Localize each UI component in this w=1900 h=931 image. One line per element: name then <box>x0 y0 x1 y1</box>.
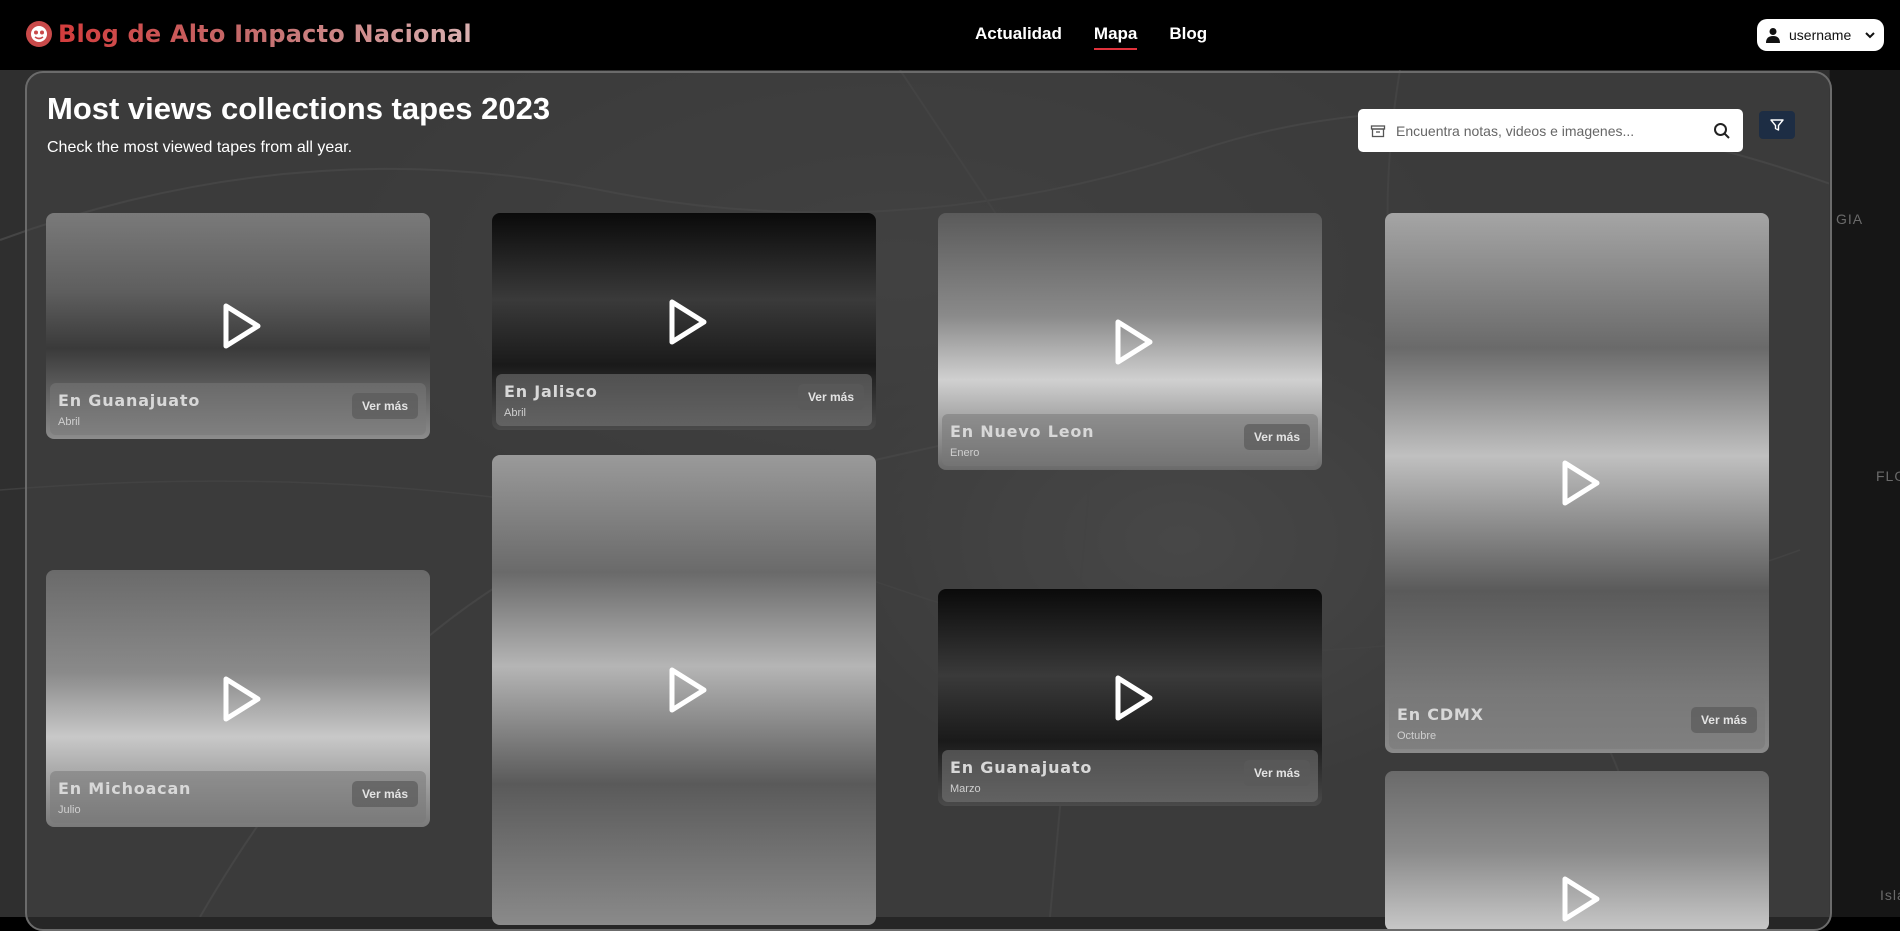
play-icon[interactable] <box>1104 316 1156 368</box>
card-region: En Guanajuato <box>950 758 1093 777</box>
video-card[interactable]: En Guanajuato Abril Ver más <box>46 213 430 439</box>
nav-mapa[interactable]: Mapa <box>1093 24 1138 50</box>
card-month: Abril <box>504 407 527 419</box>
card-caption: En CDMX Octubre Ver más <box>1389 697 1765 749</box>
card-month: Marzo <box>950 783 981 795</box>
ver-mas-button[interactable]: Ver más <box>1690 707 1757 733</box>
card-month: Julio <box>58 804 81 816</box>
search-icon[interactable] <box>1713 122 1731 140</box>
play-icon[interactable] <box>212 300 264 352</box>
card-caption: En Guanajuato Abril Ver más <box>50 383 426 435</box>
main-nav: Actualidad Mapa Blog <box>975 24 1207 50</box>
card-region: En Guanajuato <box>58 391 201 410</box>
play-icon[interactable] <box>1104 672 1156 724</box>
map-label: Isla <box>1880 887 1900 903</box>
video-card[interactable]: En Nuevo Leon Enero Ver más <box>938 213 1322 470</box>
filter-icon <box>1770 119 1784 131</box>
video-card[interactable]: En Michoacan Julio Ver más <box>46 570 430 827</box>
brand-title: Blog de Alto Impacto Nacional <box>58 20 472 48</box>
chevron-down-icon <box>1865 32 1875 39</box>
card-caption: En Nuevo Leon Enero Ver más <box>942 414 1318 466</box>
page-title: Most views collections tapes 2023 <box>47 91 551 126</box>
card-caption: En Jalisco Abril Ver más <box>496 374 872 426</box>
video-card[interactable]: En CDMX Octubre Ver más <box>1385 213 1769 753</box>
map-label: GIA <box>1836 211 1864 227</box>
archive-icon <box>1370 124 1386 137</box>
play-icon[interactable] <box>212 673 264 725</box>
card-month: Octubre <box>1397 730 1437 742</box>
video-card[interactable]: En Jalisco Abril Ver más <box>492 213 876 430</box>
map-ocean <box>1830 70 1900 917</box>
user-menu[interactable]: username <box>1757 19 1884 51</box>
ver-mas-button[interactable]: Ver más <box>351 393 418 419</box>
video-card[interactable]: En Guanajuato Marzo Ver más <box>938 589 1322 806</box>
play-icon[interactable] <box>1551 873 1603 925</box>
search-input[interactable] <box>1396 122 1703 139</box>
card-month: Enero <box>950 447 980 459</box>
ver-mas-button[interactable]: Ver más <box>797 384 864 410</box>
video-card[interactable] <box>1385 771 1769 929</box>
nav-actualidad[interactable]: Actualidad <box>975 24 1062 50</box>
brand-logo-icon <box>26 21 52 47</box>
play-icon[interactable] <box>1551 457 1603 509</box>
collections-panel: Most views collections tapes 2023 Check … <box>25 71 1832 931</box>
video-card[interactable] <box>492 455 876 925</box>
top-navbar: Blog de Alto Impacto Nacional Actualidad… <box>0 0 1900 70</box>
username-label: username <box>1789 27 1852 43</box>
page-subtitle: Check the most viewed tapes from all yea… <box>47 139 353 156</box>
card-region: En Jalisco <box>504 382 598 401</box>
user-icon <box>1766 28 1780 43</box>
play-icon[interactable] <box>658 296 710 348</box>
brand[interactable]: Blog de Alto Impacto Nacional <box>26 20 472 48</box>
search-bar <box>1358 109 1743 152</box>
card-caption: En Michoacan Julio Ver más <box>50 771 426 823</box>
ver-mas-button[interactable]: Ver más <box>1243 424 1310 450</box>
card-region: En Michoacan <box>58 779 192 798</box>
ver-mas-button[interactable]: Ver más <box>351 781 418 807</box>
card-region: En CDMX <box>1397 705 1484 724</box>
play-icon[interactable] <box>658 664 710 716</box>
card-month: Abril <box>58 416 81 428</box>
map-label: FLO <box>1876 468 1900 484</box>
card-region: En Nuevo Leon <box>950 422 1095 441</box>
filter-button[interactable] <box>1759 111 1795 139</box>
ver-mas-button[interactable]: Ver más <box>1243 760 1310 786</box>
nav-blog[interactable]: Blog <box>1169 24 1207 50</box>
card-caption: En Guanajuato Marzo Ver más <box>942 750 1318 802</box>
